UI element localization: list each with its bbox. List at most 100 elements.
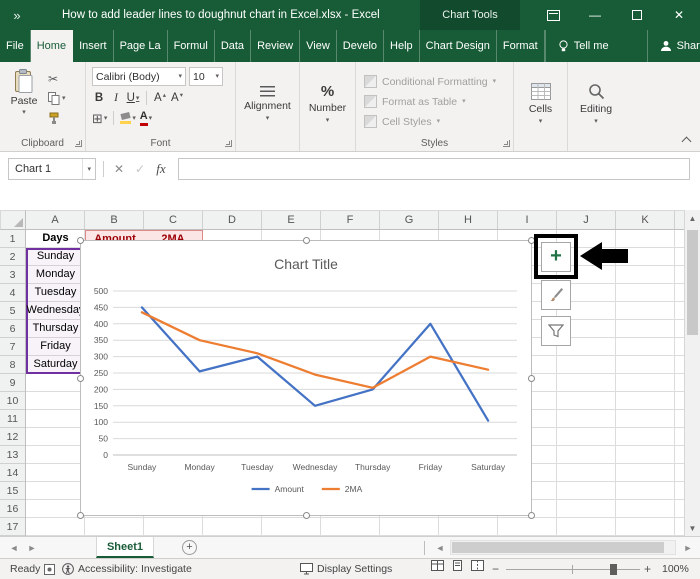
- alignment-button[interactable]: Alignment ▾: [236, 67, 299, 141]
- clipboard-dialog-launcher[interactable]: [75, 140, 82, 147]
- paste-button[interactable]: Paste ▾: [7, 69, 41, 127]
- quick-access-overflow-icon[interactable]: »: [0, 8, 34, 23]
- row-header-5[interactable]: 5: [0, 302, 25, 320]
- column-header-G[interactable]: G: [380, 211, 439, 229]
- tab-insert[interactable]: Insert: [73, 30, 114, 62]
- ribbon-display-options-button[interactable]: [532, 0, 574, 30]
- zoom-in-button[interactable]: +: [644, 559, 651, 579]
- font-dialog-launcher[interactable]: [225, 140, 232, 147]
- row-header-16[interactable]: 16: [0, 500, 25, 518]
- row-header-12[interactable]: 12: [0, 428, 25, 446]
- format-as-table-button[interactable]: Format as Table ▾: [364, 92, 513, 111]
- collapse-ribbon-button[interactable]: [682, 135, 690, 143]
- column-header-J[interactable]: J: [557, 211, 616, 229]
- scroll-up-icon[interactable]: ▲: [685, 210, 700, 226]
- row-header-13[interactable]: 13: [0, 446, 25, 464]
- zoom-level[interactable]: 100%: [662, 559, 689, 579]
- column-header-D[interactable]: D: [203, 211, 262, 229]
- row-header-3[interactable]: 3: [0, 266, 25, 284]
- chart-handle[interactable]: [77, 237, 84, 244]
- editing-button[interactable]: Editing ▾: [568, 67, 624, 141]
- insert-function-icon[interactable]: fx: [152, 158, 170, 180]
- chart-handle[interactable]: [303, 512, 310, 519]
- tab-view[interactable]: View: [300, 30, 337, 62]
- styles-dialog-launcher[interactable]: [503, 140, 510, 147]
- tab-file[interactable]: File: [0, 30, 31, 62]
- cell-styles-button[interactable]: Cell Styles ▾: [364, 112, 513, 131]
- cell-A8[interactable]: Saturday: [26, 356, 85, 374]
- tab-help[interactable]: Help: [384, 30, 420, 62]
- column-header-I[interactable]: I: [498, 211, 557, 229]
- chart-styles-button[interactable]: [541, 280, 571, 310]
- page-break-view-button[interactable]: [470, 559, 484, 571]
- row-header-15[interactable]: 15: [0, 482, 25, 500]
- italic-button[interactable]: I: [109, 90, 123, 106]
- display-settings-button[interactable]: Display Settings: [300, 559, 392, 579]
- zoom-out-button[interactable]: −: [492, 559, 499, 579]
- zoom-slider[interactable]: [506, 569, 640, 570]
- close-button[interactable]: ✕: [658, 0, 700, 30]
- tab-develo[interactable]: Develo: [337, 30, 385, 62]
- tab-chart-design[interactable]: Chart Design: [420, 30, 497, 62]
- row-header-11[interactable]: 11: [0, 410, 25, 428]
- cancel-icon[interactable]: ✕: [110, 158, 128, 180]
- increase-font-size-button[interactable]: A ▴: [153, 90, 167, 106]
- maximize-button[interactable]: [616, 0, 658, 30]
- vertical-scrollbar-thumb[interactable]: [687, 230, 698, 335]
- copy-button[interactable]: ▾: [48, 91, 66, 106]
- column-header-B[interactable]: B: [85, 211, 144, 229]
- chart-handle[interactable]: [303, 237, 310, 244]
- row-header-2[interactable]: 2: [0, 248, 25, 266]
- formula-input[interactable]: [178, 158, 690, 180]
- cell-A4[interactable]: Tuesday: [26, 284, 85, 302]
- row-header-10[interactable]: 10: [0, 392, 25, 410]
- next-sheet-icon[interactable]: ►: [24, 537, 40, 559]
- horizontal-scrollbar-thumb[interactable]: [452, 542, 664, 553]
- chart-handle[interactable]: [528, 512, 535, 519]
- font-name-select[interactable]: Calibri (Body) ▾: [92, 67, 186, 86]
- row-header-6[interactable]: 6: [0, 320, 25, 338]
- share-button[interactable]: Share: [646, 30, 700, 62]
- conditional-formatting-button[interactable]: Conditional Formatting ▾: [364, 72, 513, 91]
- page-layout-view-button[interactable]: [450, 559, 464, 571]
- column-header-C[interactable]: C: [144, 211, 203, 229]
- select-all-corner[interactable]: [0, 210, 26, 230]
- tab-home[interactable]: Home: [30, 30, 74, 62]
- chart-handle[interactable]: [528, 375, 535, 382]
- chart-handle[interactable]: [77, 375, 84, 382]
- accessibility-status[interactable]: Accessibility: Investigate: [62, 559, 192, 579]
- cells-button[interactable]: Cells ▾: [514, 67, 567, 141]
- tab-page-la[interactable]: Page La: [114, 30, 168, 62]
- tab-review[interactable]: Review: [251, 30, 301, 62]
- column-header-H[interactable]: H: [439, 211, 498, 229]
- row-header-14[interactable]: 14: [0, 464, 25, 482]
- cell-A3[interactable]: Monday: [26, 266, 85, 284]
- cut-button[interactable]: ✂: [48, 71, 66, 86]
- borders-button[interactable]: ⊞ ▾: [92, 110, 107, 126]
- horizontal-scrollbar[interactable]: [450, 540, 676, 555]
- bold-button[interactable]: B: [92, 90, 106, 106]
- chart[interactable]: 0 50 100 150 200 250 300 350 400 450 500 Sunday Mond…: [77, 237, 535, 519]
- column-header-E[interactable]: E: [262, 211, 321, 229]
- chart-handle[interactable]: [77, 512, 84, 519]
- column-header-A[interactable]: A: [26, 211, 85, 229]
- cell-A2[interactable]: Sunday: [26, 248, 85, 266]
- row-header-17[interactable]: 17: [0, 518, 25, 536]
- new-sheet-button[interactable]: +: [182, 540, 197, 555]
- row-header-4[interactable]: 4: [0, 284, 25, 302]
- chart-filters-button[interactable]: [541, 316, 571, 346]
- column-header-K[interactable]: K: [616, 211, 675, 229]
- column-header-F[interactable]: F: [321, 211, 380, 229]
- cell-A6[interactable]: Thursday: [26, 320, 85, 338]
- row-header-7[interactable]: 7: [0, 338, 25, 356]
- decrease-font-size-button[interactable]: A ▾: [170, 90, 184, 106]
- vertical-scrollbar[interactable]: ▲ ▼: [684, 210, 700, 536]
- row-header-1[interactable]: 1: [0, 230, 25, 248]
- cell-A7[interactable]: Friday: [26, 338, 85, 356]
- tell-me-button[interactable]: Tell me: [544, 30, 621, 62]
- zoom-slider-thumb[interactable]: [610, 564, 617, 575]
- number-button[interactable]: % Number ▾: [300, 67, 355, 141]
- tab-data[interactable]: Data: [215, 30, 252, 62]
- font-color-button[interactable]: A ▾: [139, 110, 153, 126]
- underline-button[interactable]: U ▾: [126, 90, 140, 106]
